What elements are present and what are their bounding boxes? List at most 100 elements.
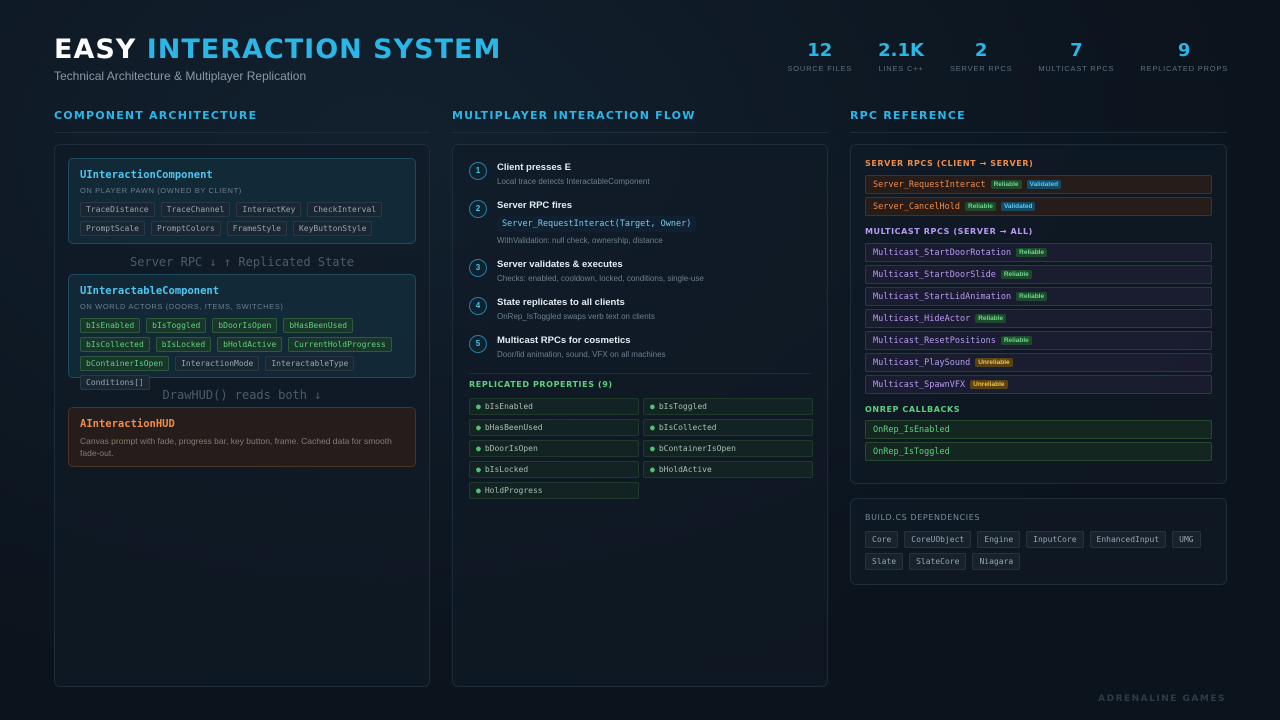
step-number: 4 xyxy=(469,297,487,315)
validated-badge: Validated xyxy=(1000,202,1036,211)
multicast-rpcs-heading: MULTICAST RPCS (SERVER → ALL) xyxy=(865,227,1033,236)
component-desc: Canvas prompt with fade, progress bar, k… xyxy=(80,436,392,458)
rpc-name: Multicast_PlaySound xyxy=(873,357,971,368)
replicated-tag: bIsEnabled xyxy=(80,318,141,333)
step-desc: WithValidation: null check, ownership, d… xyxy=(497,236,663,245)
interaction-component-box: UInteractionComponent ON PLAYER PAWN (OW… xyxy=(68,158,416,244)
dependency-tag: Core xyxy=(865,531,899,548)
stat-label: SOURCE FILES xyxy=(787,64,853,73)
onrep-name: OnRep_IsEnabled xyxy=(873,424,950,435)
interactable-component-box: UInteractableComponent ON WORLD ACTORS (… xyxy=(68,274,416,390)
stat-value: 12 xyxy=(807,40,833,61)
rpc-row-multicast: Multicast_SpawnVFX Unreliable xyxy=(865,375,1212,394)
dot-icon: ● xyxy=(476,423,481,432)
stat-replicated-props: 9 REPLICATED PROPS xyxy=(1140,40,1228,73)
prop-name: bHoldActive xyxy=(658,465,712,474)
step-desc: Checks: enabled, cooldown, locked, condi… xyxy=(497,274,704,283)
reliable-badge: Reliable xyxy=(990,180,1022,189)
rpc-name: Server_RequestInteract xyxy=(873,179,986,190)
replicated-prop: ● bHasBeenUsed xyxy=(469,419,639,436)
onrep-row: OnRep_IsToggled xyxy=(865,442,1212,461)
prop-name: bIsToggled xyxy=(658,402,707,411)
prop-name: bHasBeenUsed xyxy=(484,423,543,432)
step-number: 3 xyxy=(469,259,487,277)
stat-value: 9 xyxy=(1177,40,1191,61)
replicated-prop: ● bDoorIsOpen xyxy=(469,440,639,457)
step-title: State replicates to all clients xyxy=(497,297,625,308)
onrep-heading: ONREP CALLBACKS xyxy=(865,405,961,414)
rpc-row-multicast: Multicast_HideActor Reliable xyxy=(865,309,1212,328)
replicated-prop: ● bIsToggled xyxy=(643,398,813,415)
rpc-row-server-cancelhold: Server_CancelHold Reliable Validated xyxy=(865,197,1212,216)
dependency-tag: CoreUObject xyxy=(904,531,972,548)
flow-step-3: 3 Server validates & executes Checks: en… xyxy=(469,259,811,283)
tag: InteractionMode xyxy=(175,356,260,371)
replicated-tag: bIsLocked xyxy=(155,337,212,352)
page-title: EASY INTERACTION SYSTEM xyxy=(54,34,501,65)
step-number: 5 xyxy=(469,335,487,353)
rpc-name: Multicast_StartDoorSlide xyxy=(873,269,996,280)
tag: TraceChannel xyxy=(160,202,231,217)
component-sub: ON WORLD ACTORS (DOORS, ITEMS, SWITCHES) xyxy=(80,302,284,311)
prop-name: HoldProgress xyxy=(484,486,543,495)
stat-value: 2.1K xyxy=(878,40,924,61)
architecture-panel: UInteractionComponent ON PLAYER PAWN (OW… xyxy=(54,144,430,687)
dot-icon: ● xyxy=(650,465,655,474)
replicated-tag: bHoldActive xyxy=(217,337,283,352)
stat-value: 7 xyxy=(1070,40,1083,61)
step-desc: Door/lid animation, sound, VFX on all ma… xyxy=(497,350,666,359)
tag: InteractableType xyxy=(265,356,355,371)
dot-icon: ● xyxy=(650,402,655,411)
reliable-badge: Reliable xyxy=(1000,270,1032,279)
tag: CheckInterval xyxy=(307,202,383,217)
page-subtitle: Technical Architecture & Multiplayer Rep… xyxy=(54,69,307,83)
replicated-tag: bDoorIsOpen xyxy=(212,318,278,333)
flow-step-2: 2 Server RPC fires Server_RequestInterac… xyxy=(469,200,811,245)
replicated-prop: ● bIsLocked xyxy=(469,461,639,478)
tag: PromptScale xyxy=(80,221,145,236)
tag: PromptColors xyxy=(150,221,221,236)
dependencies-panel: BUILD.CS DEPENDENCIES Core CoreUObject E… xyxy=(850,498,1227,585)
step-title: Client presses E xyxy=(497,162,571,173)
hud-box: AInteractionHUD Canvas prompt with fade,… xyxy=(68,407,416,467)
property-tags: TraceDistance TraceChannel InteractKey C… xyxy=(80,202,404,236)
dependency-tags: Core CoreUObject Engine InputCore Enhanc… xyxy=(865,531,1212,570)
replicated-prop: ● bContainerIsOpen xyxy=(643,440,813,457)
flow-step-5: 5 Multicast RPCs for cosmetics Door/lid … xyxy=(469,335,811,359)
prop-name: bContainerIsOpen xyxy=(658,444,736,453)
dependency-tag: SlateCore xyxy=(909,553,967,570)
component-name: AInteractionHUD xyxy=(80,418,175,430)
replicated-prop: ● bIsEnabled xyxy=(469,398,639,415)
dependency-tag: EnhancedInput xyxy=(1089,531,1167,548)
dot-icon: ● xyxy=(476,402,481,411)
stat-label: MULTICAST RPCS xyxy=(1038,64,1115,73)
dot-icon: ● xyxy=(476,465,481,474)
component-name: UInteractionComponent xyxy=(80,169,213,181)
unreliable-badge: Unreliable xyxy=(975,358,1013,367)
rpc-row-multicast: Multicast_PlaySound Unreliable xyxy=(865,353,1212,372)
section-rpc-heading: RPC REFERENCE xyxy=(850,109,1227,133)
dependency-tag: Engine xyxy=(977,531,1021,548)
unreliable-badge: Unreliable xyxy=(970,380,1008,389)
rpc-name: Multicast_HideActor xyxy=(873,313,971,324)
flow-step-4: 4 State replicates to all clients OnRep_… xyxy=(469,297,811,321)
reliable-badge: Reliable xyxy=(1016,292,1048,301)
dependency-tag: InputCore xyxy=(1026,531,1084,548)
rpc-name: Multicast_StartLidAnimation xyxy=(873,291,1012,302)
stats-bar: 12 SOURCE FILES 2.1K LINES C++ 2 SERVER … xyxy=(761,40,1228,73)
dot-icon: ● xyxy=(650,444,655,453)
dot-icon: ● xyxy=(650,423,655,432)
stat-label: SERVER RPCS xyxy=(949,64,1013,73)
rpc-name: Multicast_SpawnVFX xyxy=(873,379,966,390)
dependency-tag: Niagara xyxy=(972,553,1021,570)
title-part2: INTERACTION SYSTEM xyxy=(146,34,502,65)
tag: InteractKey xyxy=(236,202,302,217)
step-code: Server_RequestInteract(Target, Owner) xyxy=(497,216,697,232)
tag: KeyButtonStyle xyxy=(292,221,373,236)
dot-icon: ● xyxy=(476,486,481,495)
flow-panel: 1 Client presses E Local trace detects I… xyxy=(452,144,828,687)
dot-icon: ● xyxy=(476,444,481,453)
stat-multicast-rpcs: 7 MULTICAST RPCS xyxy=(1038,40,1114,73)
prop-name: bIsEnabled xyxy=(484,402,533,411)
server-rpcs-heading: SERVER RPCS (CLIENT → SERVER) xyxy=(865,159,1034,168)
